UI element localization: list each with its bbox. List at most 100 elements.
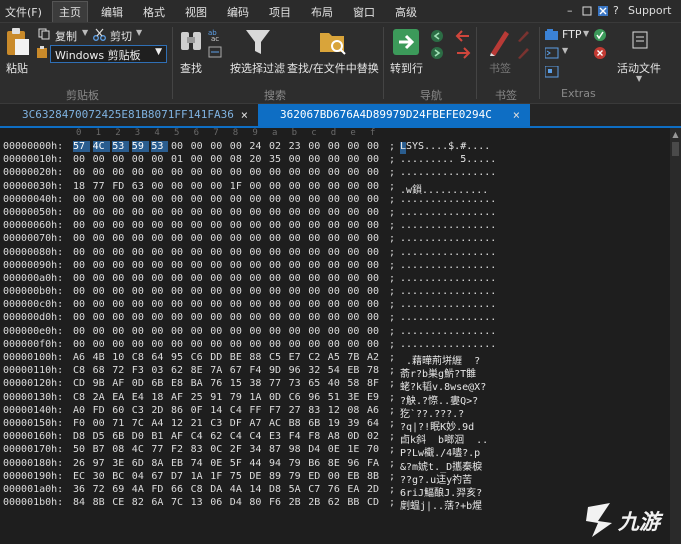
hex-byte[interactable]: F2 bbox=[171, 444, 188, 455]
hex-byte[interactable]: F6 bbox=[269, 497, 286, 508]
clipboard-select[interactable]: Windows 剪贴板 ▼ bbox=[50, 45, 167, 63]
hex-byte[interactable]: E3 bbox=[269, 431, 286, 442]
tab-file-1[interactable]: 3C6328470072425E81B8071FF141FA36 × bbox=[0, 104, 258, 126]
hex-byte[interactable]: 00 bbox=[367, 194, 384, 205]
hex-byte[interactable]: 13 bbox=[191, 497, 208, 508]
hex-byte[interactable]: 00 bbox=[171, 194, 188, 205]
hex-byte[interactable]: 00 bbox=[308, 312, 325, 323]
hex-byte[interactable]: 80 bbox=[249, 497, 266, 508]
hex-byte[interactable]: 72 bbox=[93, 484, 110, 495]
hex-byte[interactable]: 00 bbox=[210, 326, 227, 337]
hex-byte[interactable]: 00 bbox=[191, 312, 208, 323]
hex-byte[interactable]: 00 bbox=[93, 194, 110, 205]
hex-byte[interactable]: 00 bbox=[210, 181, 227, 192]
hex-byte[interactable]: 44 bbox=[249, 458, 266, 469]
row-ascii[interactable]: ................ bbox=[400, 194, 496, 205]
hex-byte[interactable]: F4 bbox=[289, 431, 306, 442]
close-window-icon[interactable] bbox=[598, 6, 608, 16]
menu-window[interactable]: 窗口 bbox=[353, 4, 375, 20]
hex-byte[interactable]: 00 bbox=[249, 260, 266, 271]
hex-byte[interactable]: A2 bbox=[367, 352, 384, 363]
hex-byte[interactable]: 00 bbox=[112, 326, 129, 337]
hex-byte[interactable]: 00 bbox=[210, 167, 227, 178]
row-ascii[interactable]: ................ bbox=[400, 299, 496, 310]
hex-byte[interactable]: 00 bbox=[347, 326, 364, 337]
hex-byte[interactable]: 00 bbox=[93, 418, 110, 429]
hex-byte[interactable]: 00 bbox=[171, 339, 188, 350]
hex-byte[interactable]: 04 bbox=[132, 471, 149, 482]
hex-byte[interactable]: 00 bbox=[367, 167, 384, 178]
hex-byte[interactable]: 00 bbox=[93, 312, 110, 323]
hex-byte[interactable]: 00 bbox=[308, 181, 325, 192]
hex-byte[interactable]: 00 bbox=[367, 247, 384, 258]
hex-byte[interactable]: 00 bbox=[132, 286, 149, 297]
hex-byte[interactable]: E9 bbox=[367, 392, 384, 403]
hex-byte[interactable]: 76 bbox=[328, 484, 345, 495]
hex-byte[interactable]: C2 bbox=[308, 352, 325, 363]
hex-byte[interactable]: 00 bbox=[249, 286, 266, 297]
hex-byte[interactable]: BC bbox=[112, 471, 129, 482]
terminal-icon[interactable] bbox=[545, 47, 559, 59]
menu-project[interactable]: 项目 bbox=[269, 4, 291, 20]
hex-byte[interactable]: 00 bbox=[93, 273, 110, 284]
row-ascii[interactable]: ......... 5..... bbox=[400, 154, 496, 165]
minimize-icon[interactable]: – bbox=[567, 4, 573, 17]
hex-byte[interactable]: 00 bbox=[249, 167, 266, 178]
hex-byte[interactable]: 01 bbox=[171, 154, 188, 165]
hex-byte[interactable]: 00 bbox=[73, 273, 90, 284]
hex-byte[interactable]: A6 bbox=[367, 405, 384, 416]
hex-byte[interactable]: 7C bbox=[171, 497, 188, 508]
hex-byte[interactable]: 00 bbox=[191, 207, 208, 218]
hex-byte[interactable]: 00 bbox=[210, 194, 227, 205]
hex-byte[interactable]: F8 bbox=[308, 431, 325, 442]
hex-byte[interactable]: 51 bbox=[328, 392, 345, 403]
hex-byte[interactable]: 00 bbox=[230, 260, 247, 271]
hex-byte[interactable]: 00 bbox=[230, 326, 247, 337]
hex-byte[interactable]: A7 bbox=[249, 418, 266, 429]
row-ascii[interactable]: ................ bbox=[400, 312, 496, 323]
hex-byte[interactable]: 00 bbox=[249, 326, 266, 337]
hex-byte[interactable]: 10 bbox=[112, 352, 129, 363]
hex-byte[interactable]: C7 bbox=[308, 484, 325, 495]
hex-byte[interactable]: 00 bbox=[367, 260, 384, 271]
hex-byte[interactable]: 6D bbox=[132, 458, 149, 469]
hex-byte[interactable]: 0F bbox=[191, 405, 208, 416]
hex-byte[interactable]: 00 bbox=[230, 299, 247, 310]
hex-byte[interactable]: 76 bbox=[210, 378, 227, 389]
hex-byte[interactable]: 00 bbox=[132, 154, 149, 165]
hex-byte[interactable]: 00 bbox=[73, 339, 90, 350]
hex-byte[interactable]: 00 bbox=[132, 167, 149, 178]
hex-byte[interactable]: 00 bbox=[269, 167, 286, 178]
hex-byte[interactable]: 00 bbox=[93, 154, 110, 165]
hex-byte[interactable]: DE bbox=[249, 471, 266, 482]
hex-byte[interactable]: 00 bbox=[171, 312, 188, 323]
hex-byte[interactable]: 00 bbox=[328, 167, 345, 178]
hex-byte[interactable]: 00 bbox=[132, 260, 149, 271]
hex-byte[interactable]: 1E bbox=[347, 444, 364, 455]
hex-byte[interactable]: 34 bbox=[249, 444, 266, 455]
hex-byte[interactable]: 00 bbox=[151, 339, 168, 350]
hex-byte[interactable]: 00 bbox=[93, 167, 110, 178]
hex-byte[interactable]: 00 bbox=[151, 194, 168, 205]
hex-byte[interactable]: D4 bbox=[230, 497, 247, 508]
menu-home[interactable]: 主页 bbox=[52, 1, 88, 22]
hex-byte[interactable]: CD bbox=[73, 378, 90, 389]
hex-byte[interactable]: 00 bbox=[191, 326, 208, 337]
hex-byte[interactable]: 00 bbox=[289, 181, 306, 192]
hex-byte[interactable]: 7B bbox=[347, 352, 364, 363]
hex-byte[interactable]: 78 bbox=[367, 365, 384, 376]
row-ascii[interactable]: ................ bbox=[400, 286, 496, 297]
menu-layout[interactable]: 布局 bbox=[311, 4, 333, 20]
hex-byte[interactable]: 08 bbox=[112, 444, 129, 455]
replace-all-icon[interactable] bbox=[208, 46, 222, 58]
hex-byte[interactable]: 00 bbox=[230, 273, 247, 284]
hex-byte[interactable]: 19 bbox=[328, 418, 345, 429]
copy-dropdown-icon[interactable]: ▼ bbox=[82, 28, 88, 37]
hex-byte[interactable]: 62 bbox=[210, 431, 227, 442]
hex-byte[interactable]: 00 bbox=[112, 260, 129, 271]
bookmark-prev-icon[interactable] bbox=[516, 46, 530, 60]
hex-byte[interactable]: 71 bbox=[112, 418, 129, 429]
hex-byte[interactable]: 00 bbox=[347, 299, 364, 310]
hex-byte[interactable]: 00 bbox=[73, 286, 90, 297]
hex-byte[interactable]: 00 bbox=[367, 233, 384, 244]
